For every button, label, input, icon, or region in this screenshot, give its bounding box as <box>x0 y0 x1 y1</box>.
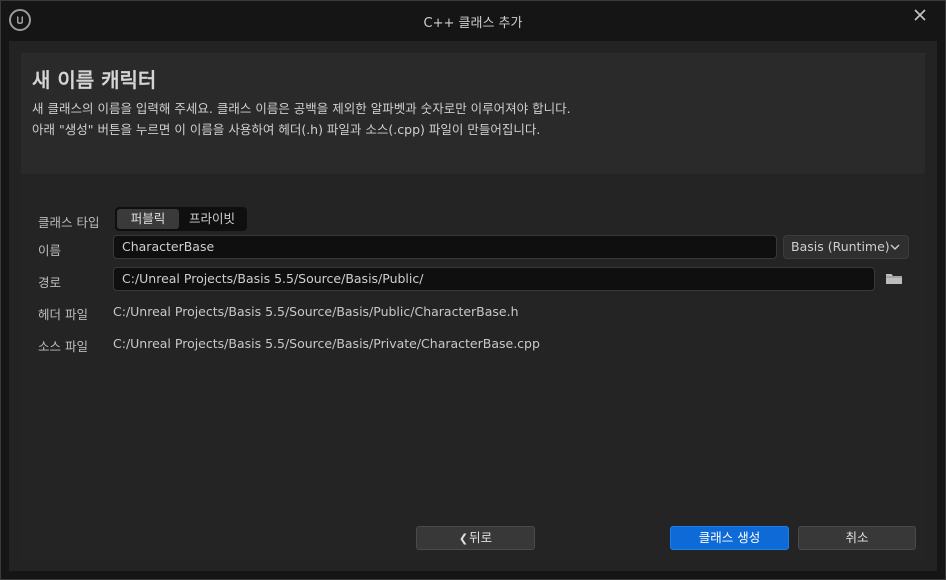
dialog-body: 새 이름 캐릭터 새 클래스의 이름을 입력해 주세요. 클래스 이름은 공백을… <box>9 41 937 571</box>
path-input[interactable]: C:/Unreal Projects/Basis 5.5/Source/Basi… <box>113 267 875 291</box>
add-cpp-class-dialog: C++ 클래스 추가 새 이름 캐릭터 새 클래스의 이름을 입력해 주세요. … <box>0 0 946 580</box>
description-line-1: 새 클래스의 이름을 입력해 주세요. 클래스 이름은 공백을 제외한 알파벳과… <box>32 101 571 116</box>
content-area: 새 이름 캐릭터 새 클래스의 이름을 입력해 주세요. 클래스 이름은 공백을… <box>21 53 925 560</box>
back-button-label: 뒤로 <box>469 530 493 545</box>
source-file-value: C:/Unreal Projects/Basis 5.5/Source/Basi… <box>113 336 540 351</box>
title-bar[interactable]: C++ 클래스 추가 <box>1 1 945 39</box>
class-type-public-option[interactable]: 퍼블릭 <box>117 209 179 229</box>
header-file-label: 헤더 파일 <box>38 307 88 322</box>
path-label: 경로 <box>38 275 62 290</box>
header-section: 새 이름 캐릭터 새 클래스의 이름을 입력해 주세요. 클래스 이름은 공백을… <box>21 54 925 174</box>
class-type-toggle: 퍼블릭 프라이빗 <box>115 207 247 231</box>
source-file-label: 소스 파일 <box>38 339 88 354</box>
page-title: 새 이름 캐릭터 <box>32 68 157 92</box>
cancel-button[interactable]: 취소 <box>798 526 916 550</box>
class-type-private-option[interactable]: 프라이빗 <box>181 209 243 229</box>
chevron-left-icon: ❮ <box>458 532 469 545</box>
chevron-down-icon <box>890 244 900 250</box>
class-name-input[interactable]: CharacterBase <box>113 235 777 259</box>
description-line-2: 아래 "생성" 버튼을 누르면 이 이름을 사용하여 헤더(.h) 파일과 소스… <box>32 122 541 137</box>
module-dropdown[interactable]: Basis (Runtime) <box>783 235 909 259</box>
create-class-button[interactable]: 클래스 생성 <box>670 526 789 550</box>
header-file-value: C:/Unreal Projects/Basis 5.5/Source/Basi… <box>113 304 519 319</box>
back-button[interactable]: ❮뒤로 <box>416 526 535 550</box>
folder-icon[interactable] <box>885 271 903 287</box>
module-dropdown-value: Basis (Runtime) <box>791 239 890 254</box>
window-title: C++ 클래스 추가 <box>423 16 523 31</box>
name-label: 이름 <box>38 243 62 258</box>
class-type-label: 클래스 타입 <box>38 215 100 230</box>
close-icon[interactable] <box>913 7 931 25</box>
